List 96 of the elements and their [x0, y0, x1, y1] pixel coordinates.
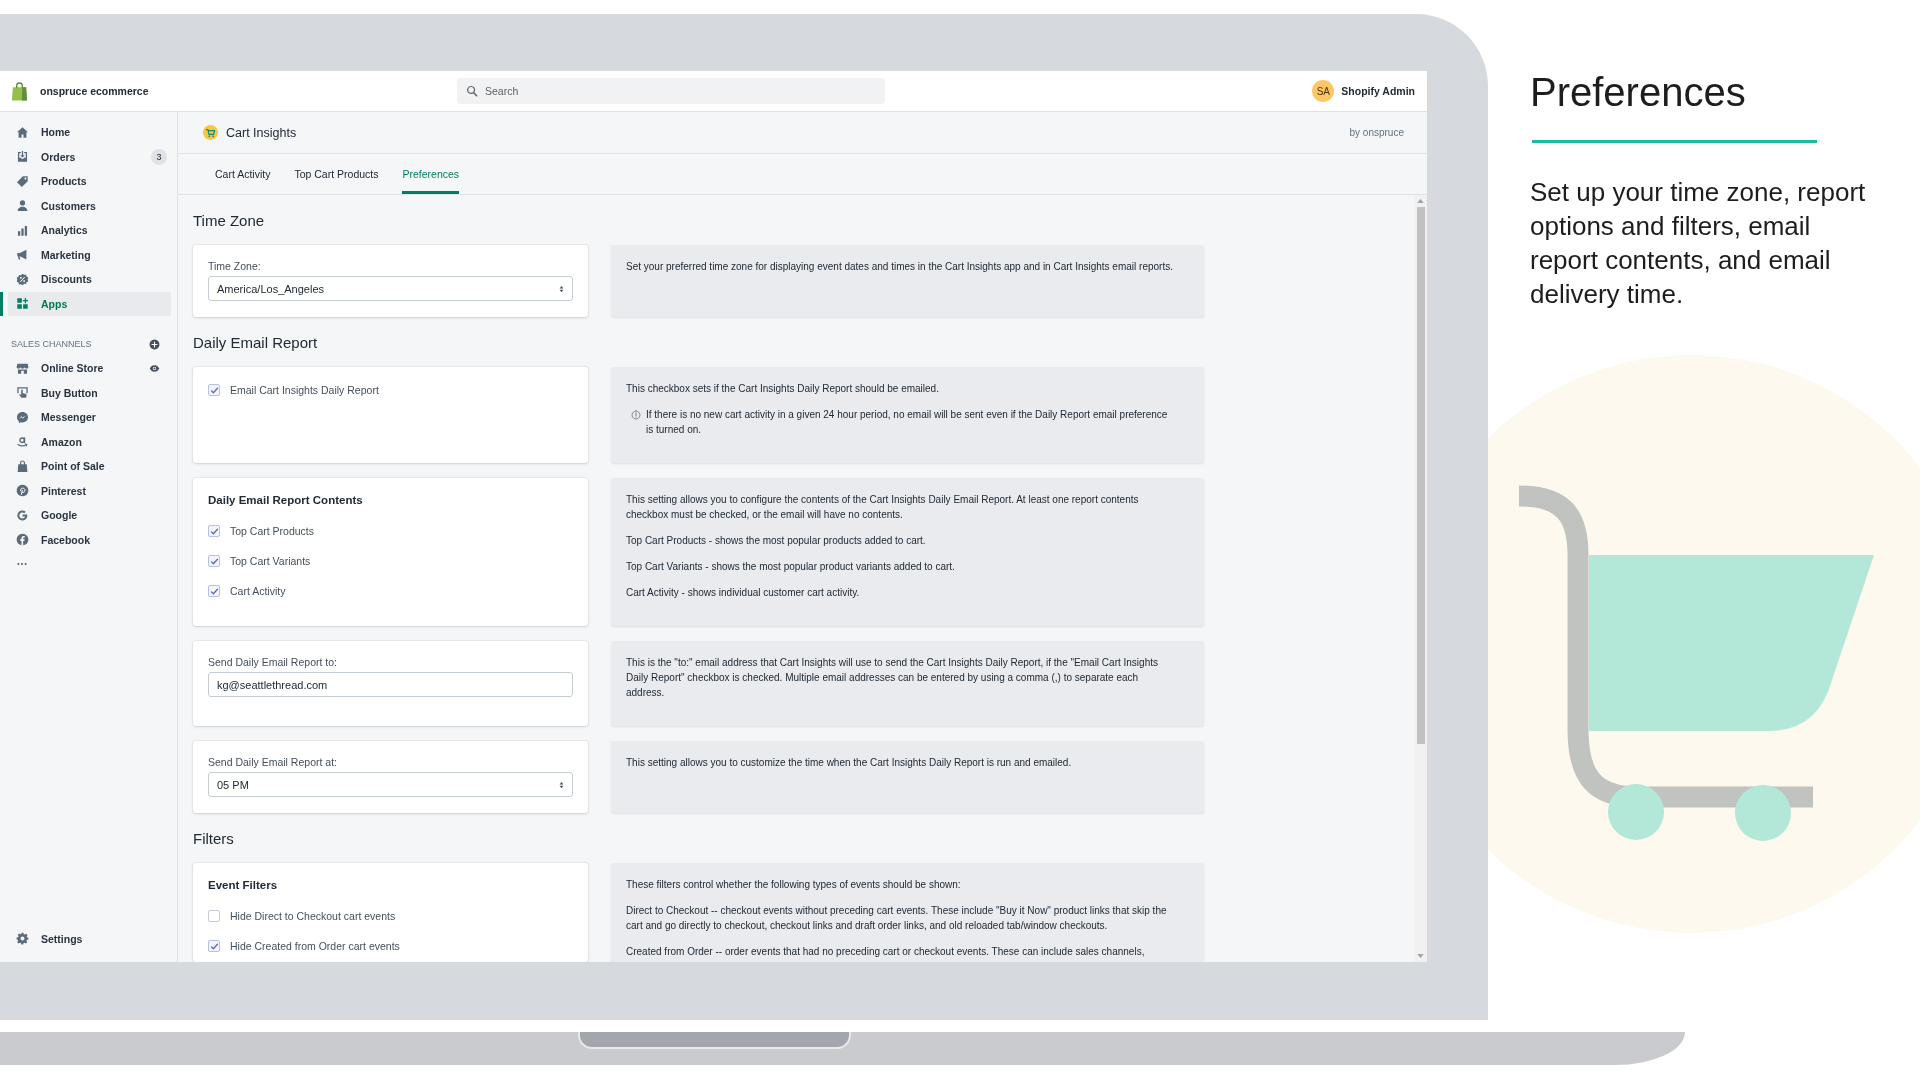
checkbox-label: Hide Direct to Checkout cart events — [230, 910, 396, 922]
tab[interactable]: Top Cart Products — [294, 154, 379, 194]
facebook-logo-icon — [16, 533, 29, 547]
nav-item[interactable]: Marketing — [0, 242, 171, 267]
cart-logo-icon — [203, 125, 218, 140]
feature-description: Set up your time zone, report options and filters, email report contents, and email delivery time. — [1530, 176, 1867, 311]
description-text: This checkbox sets if the Cart Insights Daily Report should be emailed. — [626, 382, 940, 396]
checkbox-label: Cart Activity — [230, 585, 286, 597]
count-badge: 3 — [151, 148, 167, 165]
tag-icon — [16, 174, 29, 188]
button-pointer-icon — [16, 386, 29, 400]
nav-item[interactable]: Orders 3 — [0, 144, 171, 169]
up-down-arrows-icon — [559, 284, 564, 293]
checkbox[interactable] — [208, 555, 220, 567]
nav-item[interactable]: Google — [0, 503, 171, 528]
tab[interactable]: Preferences — [402, 154, 460, 194]
storefront-icon — [16, 361, 29, 375]
nav-item[interactable]: Messenger — [0, 405, 171, 430]
checkmark-icon — [209, 941, 219, 951]
card-title: Event Filters — [208, 878, 278, 893]
nav-item[interactable]: Online Store — [0, 356, 171, 381]
download-tray-icon — [16, 150, 29, 164]
shopping-bag-icon — [16, 459, 29, 473]
text-input[interactable]: kg@seattlethread.com — [208, 672, 573, 697]
checkbox[interactable] — [208, 940, 220, 952]
checkbox[interactable] — [208, 910, 220, 922]
checkmark-icon — [209, 385, 219, 395]
google-logo-icon — [16, 508, 29, 522]
add-circle-icon[interactable] — [149, 338, 160, 350]
nav-item[interactable]: Products — [0, 169, 171, 194]
checkbox-label: Top Cart Variants — [230, 555, 311, 567]
nav-item[interactable]: Home — [0, 120, 171, 145]
section-label: SALES CHANNELS — [11, 339, 92, 349]
description-text: Top Cart Variants - shows the most popular product variants added to cart. — [626, 560, 956, 574]
description-text: This setting allows you to configure the contents of the Cart Insights Daily Email Report. At least one report contents checkbox must be checked, or the email will have no contents. — [626, 493, 1140, 522]
section-heading: Daily Email Report — [193, 333, 318, 353]
eye-icon[interactable] — [149, 362, 160, 374]
nav-item[interactable]: Point of Sale — [0, 454, 171, 479]
nav-item[interactable]: Buy Button — [0, 380, 171, 405]
nav-item[interactable]: Facebook — [0, 527, 171, 552]
pinterest-logo-icon — [16, 484, 29, 498]
tab[interactable]: Cart Activity — [215, 154, 271, 194]
user-name[interactable]: Shopify Admin — [1341, 85, 1415, 97]
nav-item[interactable]: Pinterest — [0, 478, 171, 503]
search-icon — [466, 85, 478, 97]
dropdown-select[interactable]: 05 PM — [208, 772, 573, 797]
checkbox-label: Top Cart Products — [230, 525, 315, 537]
description-text: Set your preferred time zone for displaying event dates and times in the Cart Insights app and in Cart Insights email reports. — [626, 260, 1174, 274]
description-text: This setting allows you to customize the time when the Cart Insights Daily Report is run and emailed. — [626, 756, 1073, 770]
checkbox-label: Hide Created from Order cart events — [230, 940, 400, 952]
up-down-arrows-icon — [559, 780, 564, 789]
search-field[interactable]: Search — [457, 78, 885, 104]
discount-badge-icon — [16, 272, 29, 286]
description-text: Top Cart Products - shows the most popular products added to cart. — [626, 534, 927, 548]
field-label: Send Daily Email Report at: — [208, 755, 337, 769]
checkbox-label: Email Cart Insights Daily Report — [230, 384, 379, 396]
nav-item[interactable]: Analytics — [0, 218, 171, 243]
checkmark-icon — [209, 526, 219, 536]
messenger-logo-icon — [16, 410, 29, 424]
checkbox[interactable] — [208, 525, 220, 537]
description-text: This is the "to:" email address that Cart Insights will use to send the Cart Insights Daily Report, if the "Email Cart Insights Daily Report" checkbox is checked. Multiple email addresses can be entered by using a comma (,) to separate each address. — [626, 656, 1159, 700]
bar-chart-icon — [16, 223, 29, 237]
apps-grid-icon — [16, 297, 29, 311]
section-heading: Time Zone — [193, 211, 265, 231]
section-heading: Filters — [193, 829, 234, 849]
description-text: These filters control whether the following types of events should be shown: — [626, 878, 962, 892]
checkbox[interactable] — [208, 384, 220, 396]
checkbox[interactable] — [208, 585, 220, 597]
app-title: Cart Insights — [226, 125, 297, 140]
scrollbar-thumb[interactable] — [1416, 207, 1425, 744]
megaphone-icon — [16, 248, 29, 262]
description-text: Created from Order -- order events that had no preceding cart or checkout events. These can include sales channels, — [626, 945, 1146, 959]
note-text: If there is no new cart activity in a given 24 hour period, no email will be sent even if the Daily Report email preference is turned on. — [646, 408, 1169, 437]
nav-item[interactable]: Customers — [0, 193, 171, 218]
checkmark-icon — [209, 556, 219, 566]
nav-item[interactable]: Discounts — [0, 267, 171, 292]
scrollbar-track[interactable] — [1414, 195, 1427, 962]
dropdown-select[interactable]: America/Los_Angeles — [208, 276, 573, 301]
field-label: Time Zone: — [208, 259, 261, 273]
person-icon — [16, 199, 29, 213]
nav-item[interactable]: Settings — [0, 926, 171, 951]
description-text: Cart Activity - shows individual customer cart activity. — [626, 586, 861, 600]
amazon-logo-icon — [16, 435, 29, 449]
byline-text: by onspruce — [1349, 127, 1404, 138]
feature-title: Preferences — [1530, 69, 1747, 116]
nav-item[interactable]: Amazon — [0, 429, 171, 454]
store-name: onspruce ecommerce — [40, 85, 149, 97]
description-text: Direct to Checkout -- checkout events without preceding cart events. These include "Buy it Now" product links that skip the cart and go directly to checkout, checkout links and draft order links, and old reloaded tab/window checkouts. — [626, 904, 1168, 933]
shopping-bag-logo-icon — [11, 81, 28, 101]
home-icon — [16, 125, 29, 139]
field-label: Send Daily Email Report to: — [208, 655, 337, 669]
checkmark-icon — [209, 586, 219, 596]
nav-item[interactable]: Apps — [0, 291, 171, 316]
settings-gear-icon — [16, 932, 29, 946]
user-avatar[interactable]: SA — [1312, 80, 1335, 102]
card-title: Daily Email Report Contents — [208, 493, 363, 508]
